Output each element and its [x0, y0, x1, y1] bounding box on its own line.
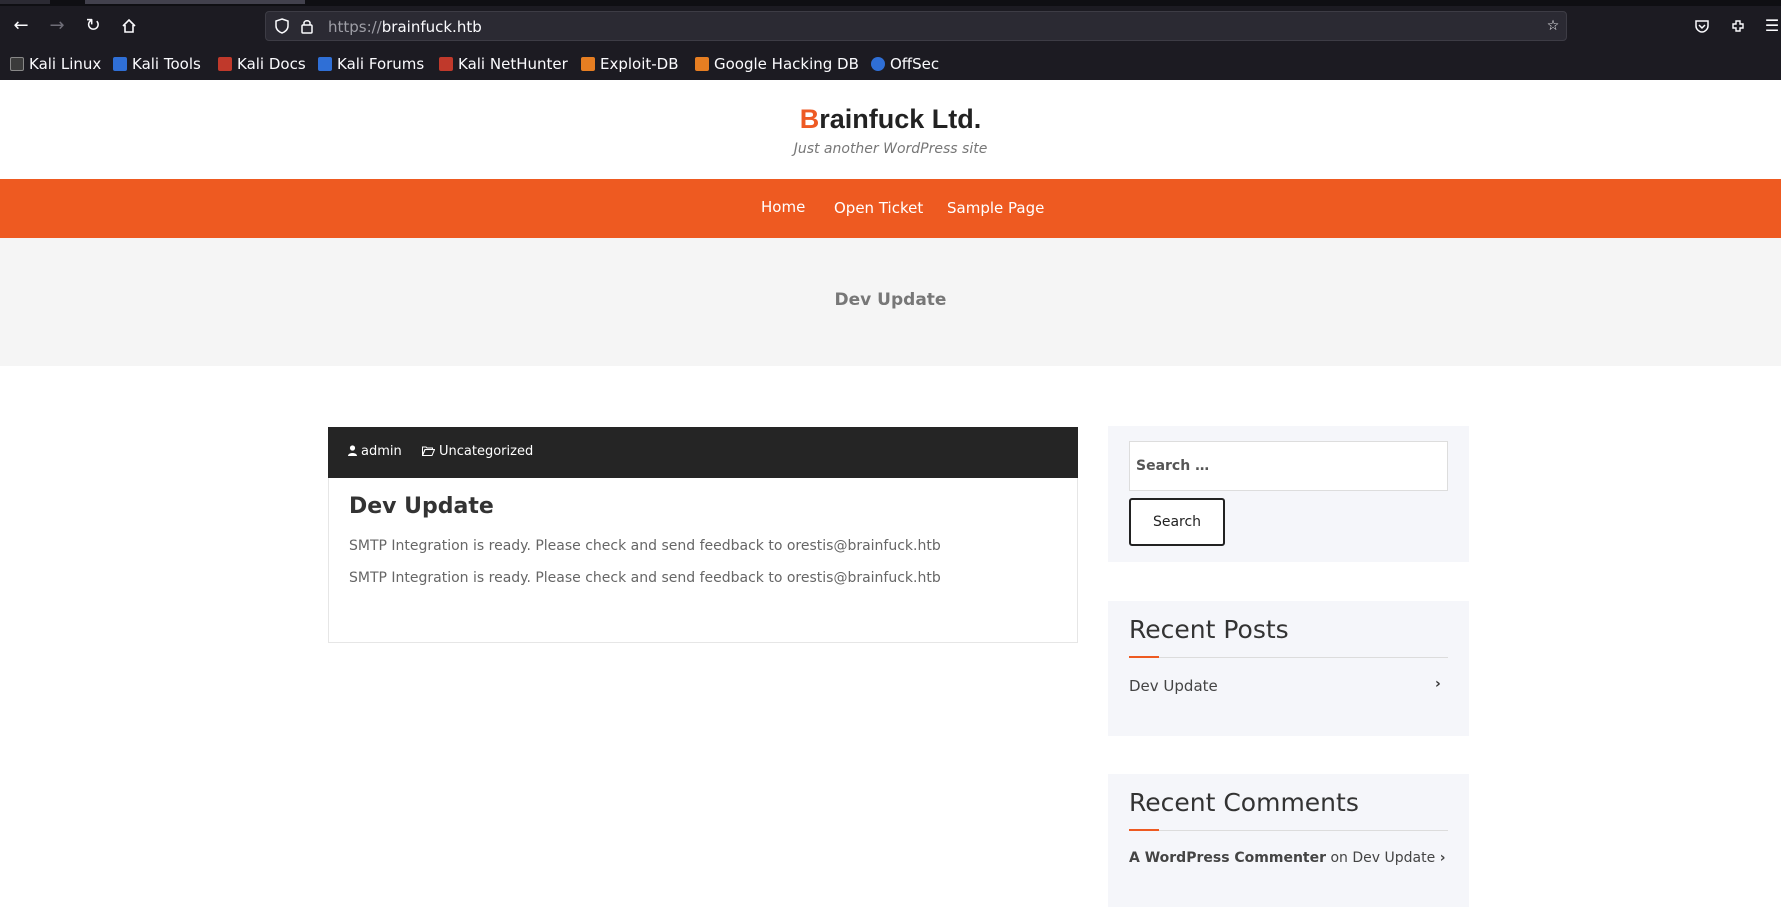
- ghdb-icon: [695, 57, 709, 71]
- post-paragraph: SMTP Integration is ready. Please check …: [349, 538, 941, 554]
- recent-comments-widget: Recent Comments A WordPress Commenter on…: [1108, 774, 1469, 907]
- bookmark-offsec[interactable]: OffSec: [871, 52, 939, 76]
- site-title[interactable]: Brainfuck Ltd.: [0, 104, 1781, 135]
- post-paragraph: SMTP Integration is ready. Please check …: [349, 570, 941, 586]
- comment-author-link[interactable]: A WordPress Commenter: [1129, 850, 1326, 866]
- bookmark-kali-docs[interactable]: Kali Docs: [218, 52, 306, 76]
- page-content: Brainfuck Ltd. Just another WordPress si…: [0, 80, 1781, 907]
- nav-item-sample-page[interactable]: Sample Page: [947, 199, 1044, 217]
- tab-active[interactable]: [85, 0, 305, 4]
- offsec-icon: [871, 57, 885, 71]
- kali-nethunter-icon: [439, 57, 453, 71]
- kali-forums-icon: [318, 57, 332, 71]
- comment-on-text: on: [1330, 850, 1348, 866]
- back-arrow-icon[interactable]: ←: [9, 14, 33, 38]
- user-icon: [348, 444, 357, 459]
- bookmark-google-hacking-db[interactable]: Google Hacking DB: [695, 52, 859, 76]
- search-widget: Search: [1108, 426, 1469, 562]
- post-title[interactable]: Dev Update: [349, 494, 494, 519]
- recent-posts-widget: Recent Posts Dev Update ›: [1108, 601, 1469, 736]
- post-category[interactable]: Uncategorized: [421, 444, 533, 459]
- tab-previous[interactable]: [0, 0, 50, 4]
- exploit-db-icon: [581, 57, 595, 71]
- comment-post-link[interactable]: Dev Update: [1352, 850, 1435, 866]
- shield-icon[interactable]: [271, 15, 293, 37]
- lock-icon[interactable]: [296, 15, 318, 37]
- recent-posts-title: Recent Posts: [1129, 615, 1289, 644]
- bookmark-star-icon[interactable]: ☆: [1542, 15, 1564, 37]
- address-bar[interactable]: https://brainfuck.htb ☆: [265, 11, 1567, 41]
- site-header: Brainfuck Ltd. Just another WordPress si…: [0, 80, 1781, 179]
- forward-arrow-icon[interactable]: →: [45, 14, 69, 38]
- tab-strip: [0, 0, 1781, 6]
- post-author[interactable]: admin: [348, 444, 402, 459]
- bookmark-kali-tools[interactable]: Kali Tools: [113, 52, 201, 76]
- menu-icon[interactable]: ☰: [1760, 14, 1781, 38]
- chevron-right-icon: ›: [1439, 850, 1446, 866]
- kali-dragon-icon: [10, 57, 24, 71]
- browser-chrome: ← → ↻ https://brainfuck.htb ☆ ☰ Kali Lin…: [0, 0, 1781, 80]
- widget-divider: [1129, 829, 1448, 831]
- extensions-icon[interactable]: [1726, 14, 1750, 38]
- search-input[interactable]: [1129, 441, 1448, 491]
- bookmark-exploit-db[interactable]: Exploit-DB: [581, 52, 679, 76]
- url-text[interactable]: https://brainfuck.htb: [328, 18, 482, 36]
- search-button[interactable]: Search: [1129, 498, 1225, 546]
- bookmark-kali-forums[interactable]: Kali Forums: [318, 52, 424, 76]
- page-title: Dev Update: [834, 290, 947, 310]
- kali-tools-icon: [113, 57, 127, 71]
- chevron-right-icon: ›: [1435, 676, 1441, 692]
- folder-open-icon: [421, 445, 436, 459]
- widget-divider-accent: [1129, 656, 1159, 658]
- nav-item-open-ticket[interactable]: Open Ticket: [834, 199, 923, 217]
- post-article: admin Uncategorized Dev Update SMTP Inte…: [328, 427, 1078, 643]
- bookmark-kali-nethunter[interactable]: Kali NetHunter: [439, 52, 568, 76]
- widget-divider: [1129, 656, 1448, 658]
- page-title-bar: Dev Update: [0, 238, 1781, 366]
- kali-docs-icon: [218, 57, 232, 71]
- widget-divider-accent: [1129, 829, 1159, 831]
- recent-comment-item: A WordPress Commenter on Dev Update ›: [1129, 850, 1445, 866]
- site-description: Just another WordPress site: [793, 141, 988, 157]
- recent-comments-title: Recent Comments: [1129, 788, 1359, 817]
- reload-icon[interactable]: ↻: [81, 14, 105, 38]
- post-meta: admin Uncategorized: [328, 427, 1078, 478]
- recent-post-link[interactable]: Dev Update: [1129, 677, 1218, 695]
- pocket-icon[interactable]: [1690, 14, 1714, 38]
- home-icon[interactable]: [117, 14, 141, 38]
- nav-item-home[interactable]: Home: [761, 198, 805, 216]
- bookmarks-toolbar: Kali Linux Kali Tools Kali Docs Kali For…: [0, 50, 1781, 78]
- bookmark-kali-linux[interactable]: Kali Linux: [10, 52, 101, 76]
- main-navigation: Home Open Ticket Sample Page: [0, 179, 1781, 238]
